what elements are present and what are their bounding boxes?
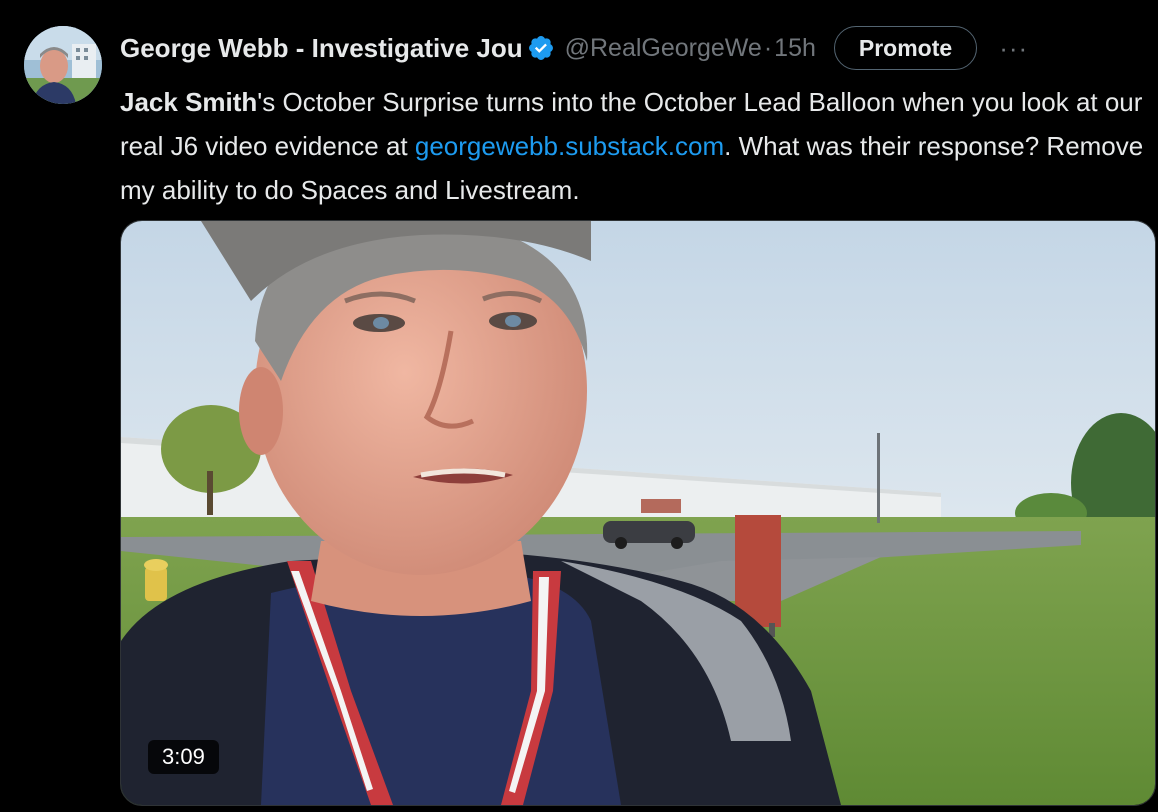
timestamp[interactable]: 15h bbox=[774, 34, 816, 63]
more-options-icon[interactable]: ··· bbox=[999, 33, 1028, 64]
author-handle[interactable]: @RealGeorgeWe bbox=[565, 34, 762, 63]
video-thumbnail bbox=[121, 221, 1155, 805]
author-display-name[interactable]: George Webb - Investigative Jou bbox=[120, 33, 523, 64]
tweet-header: George Webb - Investigative Jou @RealGeo… bbox=[120, 26, 1140, 70]
tweet-card[interactable]: George Webb - Investigative Jou @RealGeo… bbox=[0, 0, 1158, 812]
video-player[interactable]: 3:09 bbox=[120, 220, 1156, 806]
substack-link[interactable]: georgewebb.substack.com bbox=[415, 131, 724, 161]
separator-dot: · bbox=[763, 33, 773, 62]
avatar-image bbox=[24, 26, 102, 104]
video-duration-badge: 3:09 bbox=[148, 740, 219, 774]
mention-jack-smith: Jack Smith bbox=[120, 87, 258, 117]
tweet-text: Jack Smith's October Surprise turns into… bbox=[120, 80, 1150, 212]
promote-button[interactable]: Promote bbox=[833, 26, 978, 70]
avatar[interactable] bbox=[24, 26, 102, 104]
verified-badge-icon[interactable] bbox=[527, 34, 555, 62]
